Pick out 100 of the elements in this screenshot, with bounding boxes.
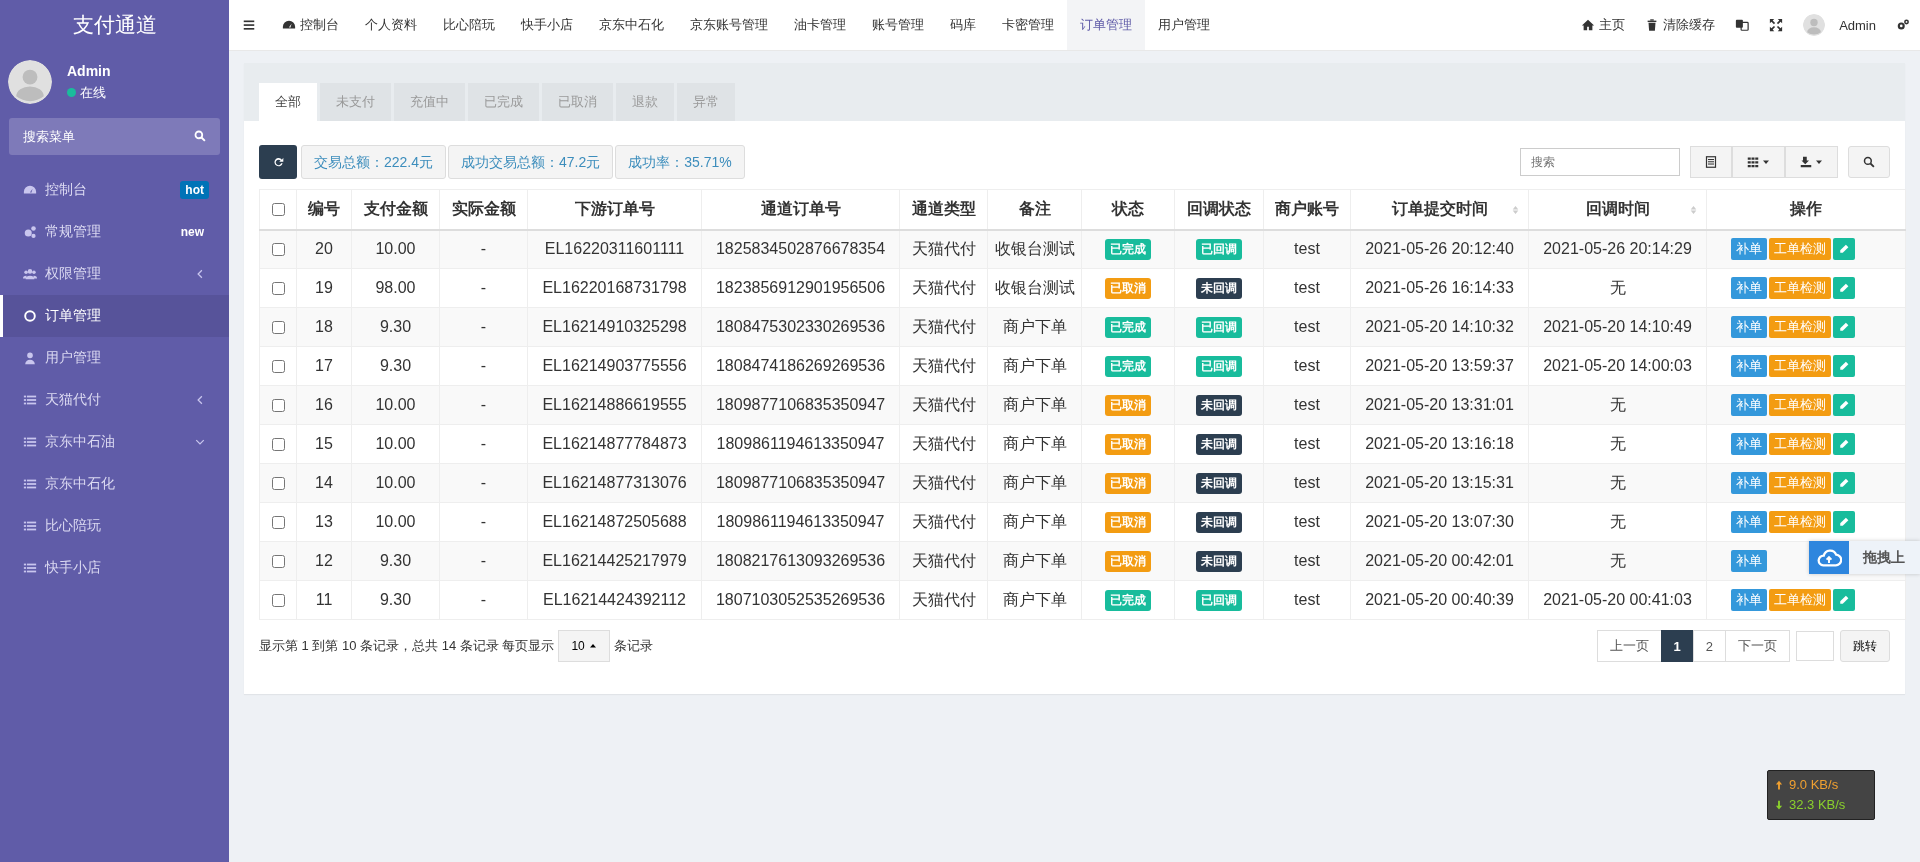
resend-button[interactable]: 补单 — [1731, 394, 1767, 416]
table-cell: 2021-05-20 13:31:01 — [1365, 396, 1514, 413]
table-cell: 13 — [315, 513, 333, 530]
sidebar-item[interactable]: 常规管理 new — [0, 211, 229, 253]
resend-button[interactable]: 补单 — [1731, 550, 1767, 572]
row-checkbox[interactable] — [271, 242, 285, 256]
sidebar-item[interactable]: 比心陪玩 — [0, 505, 229, 547]
edit-button[interactable] — [1833, 472, 1855, 494]
status-badge: 已取消 — [1105, 550, 1151, 572]
resend-button[interactable]: 补单 — [1731, 277, 1767, 299]
nav-tab[interactable]: 个人资料 — [352, 0, 430, 50]
table-cell: 无 — [1609, 473, 1626, 491]
status-badge: 已取消 — [1105, 472, 1151, 494]
table-cell: 1825834502876678354 — [715, 240, 886, 258]
column-header[interactable]: 回调时间 — [1585, 199, 1650, 217]
table-cell: 1809861194613350947 — [716, 513, 885, 530]
upload-button[interactable] — [1809, 541, 1849, 574]
resend-button[interactable]: 补单 — [1731, 433, 1767, 455]
search-field[interactable]: 搜索菜单 — [9, 118, 220, 155]
filter-tab[interactable]: 已完成 — [468, 83, 539, 121]
edit-button[interactable] — [1833, 355, 1855, 377]
select-all-checkbox[interactable] — [271, 202, 285, 216]
filter-tab[interactable]: 未支付 — [320, 83, 391, 121]
export-button[interactable] — [1785, 146, 1838, 178]
nav-link[interactable]: 主页 — [1571, 0, 1636, 50]
page-button[interactable]: 1 — [1660, 630, 1694, 662]
column-header: 备注 — [1018, 199, 1051, 217]
row-checkbox[interactable] — [271, 593, 285, 607]
gears-icon — [23, 225, 37, 239]
table-cell: EL16214872505688 — [542, 513, 687, 530]
nav-link[interactable]: 清除缓存 — [1635, 0, 1726, 50]
nav-tab[interactable]: 油卡管理 — [781, 0, 859, 50]
status-badge: 已取消 — [1105, 433, 1151, 455]
app-title: 支付通道 — [71, 12, 158, 38]
sidebar-item[interactable]: 控制台 hot — [0, 169, 229, 211]
nav-tab[interactable]: 卡密管理 — [989, 0, 1067, 50]
row-checkbox[interactable] — [271, 281, 285, 295]
edit-button[interactable] — [1833, 394, 1855, 416]
nav-tab[interactable]: 订单管理 — [1067, 0, 1145, 50]
translate-icon — [1735, 18, 1750, 32]
sidebar-item[interactable]: 京东中石油 — [0, 421, 229, 463]
columns-button[interactable] — [1732, 146, 1785, 178]
row-checkbox[interactable] — [271, 515, 285, 529]
filter-tab[interactable]: 充值中 — [394, 83, 465, 121]
filter-tab[interactable]: 全部 — [259, 83, 317, 121]
gauge-icon — [23, 183, 37, 197]
jump-button[interactable]: 跳转 — [1840, 630, 1890, 662]
nav-tab[interactable]: 码库 — [937, 0, 989, 50]
resend-button[interactable]: 补单 — [1731, 589, 1767, 611]
row-checkbox[interactable] — [271, 476, 285, 490]
edit-button[interactable] — [1833, 316, 1855, 338]
toggle-view-button[interactable] — [1690, 146, 1732, 178]
search-button[interactable] — [1848, 146, 1890, 178]
sidebar-item[interactable]: 用户管理 — [0, 337, 229, 379]
filter-tab[interactable]: 已取消 — [542, 83, 613, 121]
edit-button[interactable] — [1833, 511, 1855, 533]
row-checkbox[interactable] — [271, 554, 285, 568]
sidebar-item[interactable]: 天猫代付 — [0, 379, 229, 421]
nav-tab[interactable]: 用户管理 — [1145, 0, 1223, 50]
edit-button[interactable] — [1833, 433, 1855, 455]
search-field[interactable]: 搜索 — [1520, 148, 1680, 176]
nav-tab[interactable]: 控制台 — [269, 0, 352, 50]
table-cell: 1823856912901956506 — [715, 279, 886, 296]
nav-tab[interactable]: 京东中石化 — [586, 0, 677, 50]
nav-tab[interactable]: 快手小店 — [508, 0, 586, 50]
edit-button[interactable] — [1833, 589, 1855, 611]
table-cell: 17 — [315, 357, 333, 374]
row-checkbox[interactable] — [271, 398, 285, 412]
user-menu[interactable]: Admin — [1793, 0, 1886, 50]
row-checkbox[interactable] — [271, 437, 285, 451]
refresh-button[interactable] — [259, 145, 297, 179]
row-checkbox[interactable] — [271, 320, 285, 334]
resend-button[interactable]: 补单 — [1731, 355, 1767, 377]
page-size-dropdown[interactable]: 10 — [558, 630, 610, 662]
table-cell: EL16220311601111 — [544, 240, 685, 258]
sidebar-item[interactable]: 权限管理 — [0, 253, 229, 295]
resend-button[interactable]: 补单 — [1731, 511, 1767, 533]
sidebar-item[interactable]: 京东中石化 — [0, 463, 229, 505]
filter-tab[interactable]: 异常 — [677, 83, 735, 121]
table-cell: 1808474186269269536 — [715, 357, 886, 374]
filter-tab[interactable]: 退款 — [616, 83, 674, 121]
nav-tab[interactable]: 比心陪玩 — [430, 0, 508, 50]
sidebar-item[interactable]: 订单管理 — [0, 295, 229, 337]
page-button[interactable]: 2 — [1692, 630, 1726, 662]
pencil-icon — [1839, 361, 1849, 371]
resend-button[interactable]: 补单 — [1731, 472, 1767, 494]
sidebar-item[interactable]: 快手小店 — [0, 547, 229, 589]
prev-page-button[interactable]: 上一页 — [1596, 630, 1662, 662]
nav-tab[interactable]: 账号管理 — [859, 0, 937, 50]
nav-tab[interactable]: 京东账号管理 — [677, 0, 781, 50]
page-number-field[interactable] — [1796, 631, 1834, 661]
list-icon — [23, 519, 37, 533]
resend-button[interactable]: 补单 — [1731, 238, 1767, 261]
edit-button[interactable] — [1833, 238, 1855, 261]
next-page-button[interactable]: 下一页 — [1725, 630, 1790, 662]
edit-button[interactable] — [1833, 277, 1855, 299]
table-cell: 2021-05-26 20:14:29 — [1543, 240, 1692, 258]
row-checkbox[interactable] — [271, 359, 285, 373]
table-cell: 2021-05-20 13:16:18 — [1365, 435, 1514, 452]
resend-button[interactable]: 补单 — [1731, 316, 1767, 338]
